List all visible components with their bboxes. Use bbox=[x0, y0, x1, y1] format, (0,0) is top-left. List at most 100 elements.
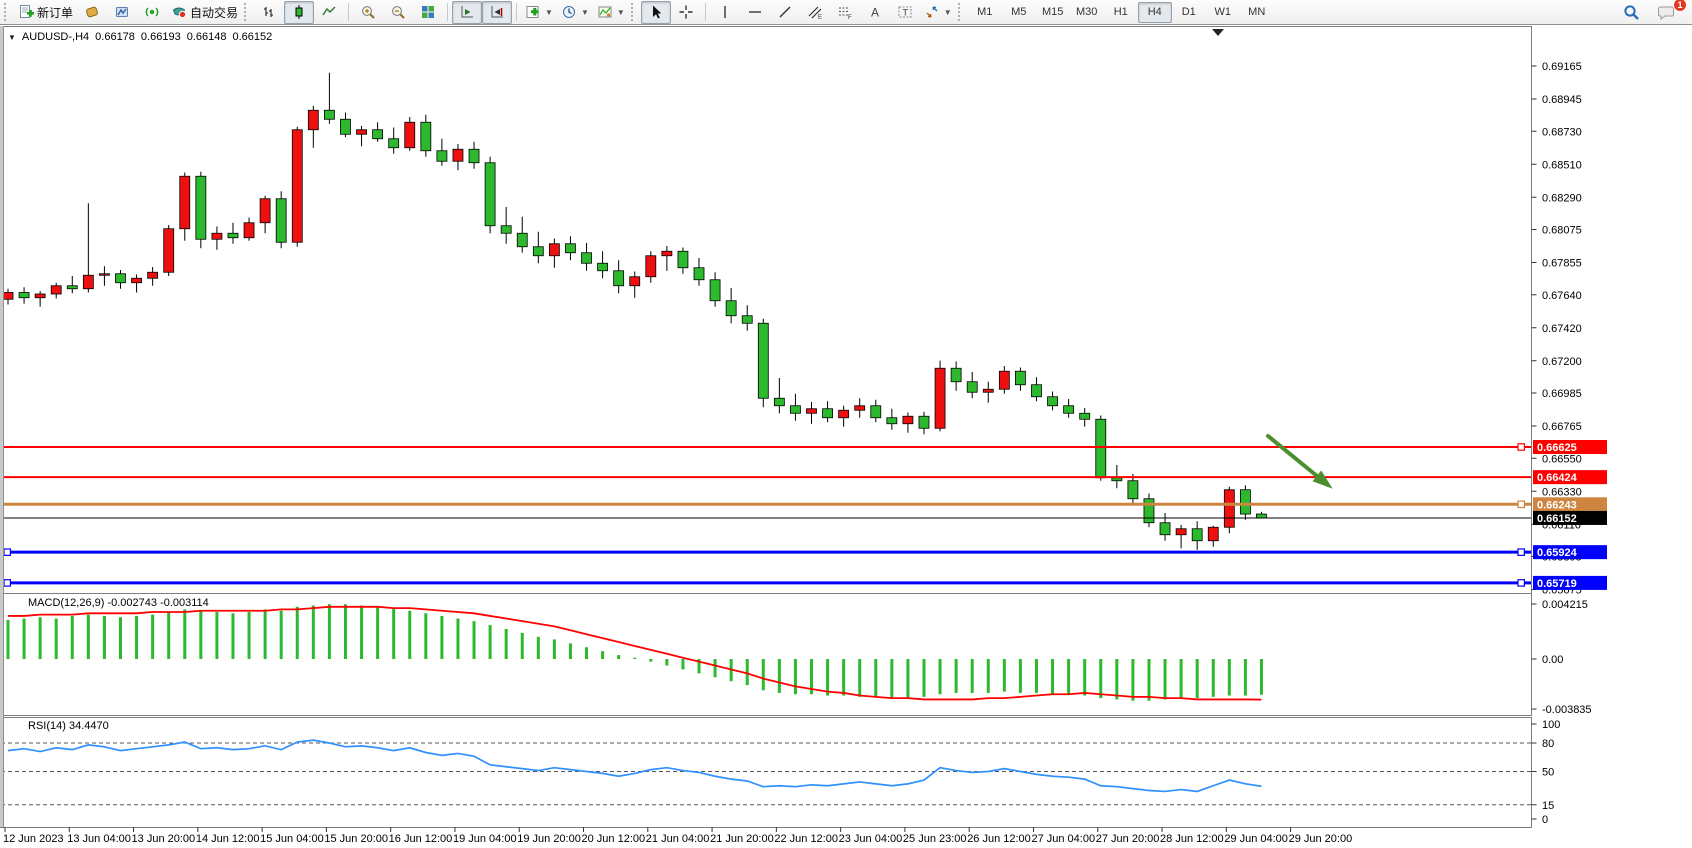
svg-text:0.66765: 0.66765 bbox=[1542, 421, 1582, 433]
rsi-label: RSI(14) 34.4470 bbox=[28, 720, 109, 732]
toolbar-grip bbox=[631, 3, 637, 21]
templates-button[interactable]: ▼ bbox=[593, 1, 629, 24]
svg-text:0.67855: 0.67855 bbox=[1542, 258, 1582, 270]
bar-chart-icon bbox=[261, 4, 277, 20]
svg-text:27 Jun 20:00: 27 Jun 20:00 bbox=[1096, 833, 1160, 845]
new-order-button[interactable]: 新订单 bbox=[14, 1, 77, 24]
chart-shift-icon bbox=[489, 4, 505, 20]
chart-area[interactable]: 0.691650.689450.687300.685100.682900.680… bbox=[0, 26, 1692, 848]
svg-text:27 Jun 04:00: 27 Jun 04:00 bbox=[1031, 833, 1095, 845]
ohlc-high: 0.66193 bbox=[141, 31, 181, 43]
time-axis: 12 Jun 202313 Jun 04:0013 Jun 20:0014 Ju… bbox=[3, 827, 1352, 845]
new-order-label: 新订单 bbox=[37, 4, 73, 21]
svg-text:21 Jun 20:00: 21 Jun 20:00 bbox=[710, 833, 774, 845]
timeframe-mn-button[interactable]: MN bbox=[1240, 2, 1274, 23]
svg-text:0.65719: 0.65719 bbox=[1537, 578, 1577, 590]
equidistant-channel-tool-button[interactable]: E bbox=[800, 1, 830, 24]
svg-text:0.65924: 0.65924 bbox=[1537, 547, 1578, 559]
line-handle[interactable] bbox=[4, 549, 10, 555]
svg-text:0: 0 bbox=[1542, 814, 1548, 826]
timeframe-d1-button[interactable]: D1 bbox=[1172, 2, 1206, 23]
symbol-menu-icon[interactable]: ▼ bbox=[8, 33, 16, 42]
bar-chart-mode-button[interactable] bbox=[254, 1, 284, 24]
chart-shift-button[interactable] bbox=[482, 1, 512, 24]
tile-windows-button[interactable] bbox=[413, 1, 443, 24]
line-handle[interactable] bbox=[1518, 444, 1524, 450]
text-label-icon: T bbox=[897, 4, 913, 20]
line-handle[interactable] bbox=[1518, 501, 1524, 507]
chart-canvas[interactable]: 0.691650.689450.687300.685100.682900.680… bbox=[0, 26, 1692, 848]
svg-text:0.66424: 0.66424 bbox=[1537, 472, 1578, 484]
arrows-icon bbox=[924, 4, 940, 20]
notifications-button[interactable]: 1 bbox=[1652, 1, 1682, 24]
timeframe-m1-button[interactable]: M1 bbox=[968, 2, 1002, 23]
chevron-down-icon: ▼ bbox=[617, 8, 625, 17]
panel-frames bbox=[1, 27, 1532, 828]
line-handle[interactable] bbox=[1518, 549, 1524, 555]
svg-text:-0.003835: -0.003835 bbox=[1542, 704, 1592, 716]
svg-text:F: F bbox=[848, 15, 852, 20]
ohlc-open: 0.66178 bbox=[95, 31, 135, 43]
svg-text:0.66152: 0.66152 bbox=[1537, 513, 1577, 525]
zoom-out-button[interactable] bbox=[383, 1, 413, 24]
text-tool-button[interactable]: A bbox=[860, 1, 890, 24]
svg-text:15 Jun 20:00: 15 Jun 20:00 bbox=[324, 833, 388, 845]
zoom-in-button[interactable] bbox=[353, 1, 383, 24]
auto-scroll-button[interactable] bbox=[452, 1, 482, 24]
horizontal-line-tool-button[interactable] bbox=[740, 1, 770, 24]
svg-text:22 Jun 12:00: 22 Jun 12:00 bbox=[774, 833, 838, 845]
tile-windows-icon bbox=[420, 4, 436, 20]
price-line-label: 0.66243 bbox=[1533, 497, 1607, 511]
svg-text:13 Jun 20:00: 13 Jun 20:00 bbox=[132, 833, 196, 845]
svg-text:0.67200: 0.67200 bbox=[1542, 356, 1582, 368]
svg-text:13 Jun 04:00: 13 Jun 04:00 bbox=[67, 833, 131, 845]
timeframe-h1-button[interactable]: H1 bbox=[1104, 2, 1138, 23]
equidistant-channel-icon: E bbox=[807, 4, 823, 20]
svg-text:0.66243: 0.66243 bbox=[1537, 499, 1577, 511]
candlestick-mode-button[interactable] bbox=[284, 1, 314, 24]
arrows-tool-button[interactable]: ▼ bbox=[920, 1, 956, 24]
svg-text:0.68290: 0.68290 bbox=[1542, 192, 1582, 204]
toolbar-separator bbox=[447, 3, 448, 21]
fibonacci-icon: F bbox=[837, 4, 853, 20]
cursor-tool-button[interactable] bbox=[641, 1, 671, 24]
autotrading-button[interactable]: 自动交易 bbox=[167, 1, 242, 24]
macd-label: MACD(12,26,9) -0.002743 -0.003114 bbox=[28, 597, 209, 609]
text-label-tool-button[interactable]: T bbox=[890, 1, 920, 24]
svg-text:0.67640: 0.67640 bbox=[1542, 290, 1582, 302]
line-chart-mode-button[interactable] bbox=[314, 1, 344, 24]
timeframe-m30-button[interactable]: M30 bbox=[1070, 2, 1104, 23]
line-handle[interactable] bbox=[4, 580, 10, 586]
line-handle[interactable] bbox=[1518, 580, 1524, 586]
fibonacci-tool-button[interactable]: F bbox=[830, 1, 860, 24]
depth-of-market-button[interactable] bbox=[77, 1, 107, 24]
svg-text:E: E bbox=[818, 15, 822, 21]
periods-button[interactable]: ▼ bbox=[557, 1, 593, 24]
svg-text:20 Jun 12:00: 20 Jun 12:00 bbox=[582, 833, 646, 845]
signals-button[interactable] bbox=[137, 1, 167, 24]
vertical-line-tool-button[interactable] bbox=[710, 1, 740, 24]
timeframe-h4-button[interactable]: H4 bbox=[1138, 2, 1172, 23]
horizontal-line-icon bbox=[747, 4, 763, 20]
svg-text:0.68945: 0.68945 bbox=[1542, 94, 1582, 106]
indicators-button[interactable]: ▼ bbox=[521, 1, 557, 24]
zoom-in-icon bbox=[360, 4, 376, 20]
timeframe-m5-button[interactable]: M5 bbox=[1002, 2, 1036, 23]
search-button[interactable] bbox=[1616, 1, 1646, 24]
crosshair-tool-button[interactable] bbox=[671, 1, 701, 24]
trendline-icon bbox=[777, 4, 793, 20]
timeframe-w1-button[interactable]: W1 bbox=[1206, 2, 1240, 23]
main-toolbar: 新订单 自动交易 bbox=[0, 0, 1692, 25]
price-line-label: 0.65924 bbox=[1533, 545, 1607, 559]
chevron-down-icon: ▼ bbox=[944, 8, 952, 17]
metaeditor-button[interactable] bbox=[107, 1, 137, 24]
price-line-label: 0.66152 bbox=[1533, 511, 1607, 525]
toolbar-grip bbox=[4, 3, 10, 21]
timeframe-m15-button[interactable]: M15 bbox=[1036, 2, 1070, 23]
price-line-label: 0.66625 bbox=[1533, 440, 1607, 454]
zoom-out-icon bbox=[390, 4, 406, 20]
trendline-tool-button[interactable] bbox=[770, 1, 800, 24]
clock-icon bbox=[561, 4, 577, 20]
svg-text:0.68075: 0.68075 bbox=[1542, 225, 1582, 237]
price-line-label: 0.66424 bbox=[1533, 470, 1607, 484]
